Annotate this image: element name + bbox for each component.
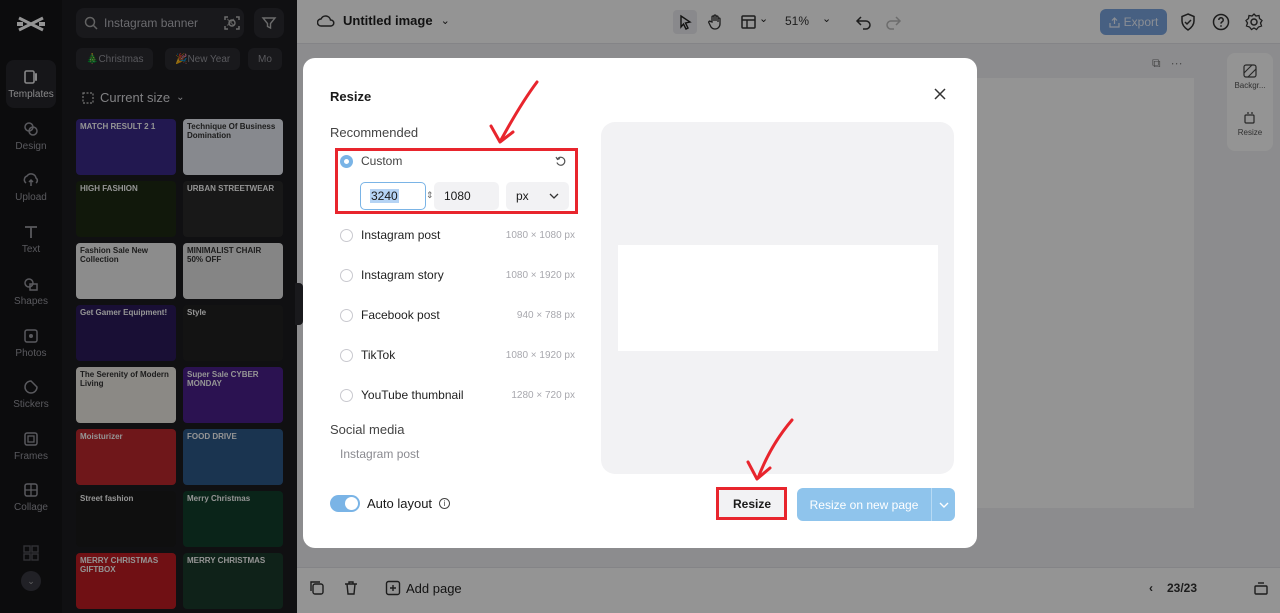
preset-label: Instagram story (361, 268, 444, 282)
preset-dims: 1280 × 720 px (511, 389, 575, 401)
resize-on-new-page-button[interactable]: Resize on new page (797, 488, 955, 521)
resize-dialog: Resize Recommended Custom 3240 ⇕ 1080 px… (303, 58, 977, 548)
preset-instagram-story[interactable]: Instagram story 1080 × 1920 px (340, 265, 575, 285)
preset-dims: 1080 × 1080 px (505, 229, 575, 241)
auto-layout-row: Auto layout i (330, 495, 451, 512)
annotation-arrow-icon (746, 418, 794, 481)
radio-youtube-thumbnail[interactable] (340, 388, 353, 402)
auto-layout-toggle[interactable] (330, 495, 360, 512)
dialog-title: Resize (330, 89, 372, 104)
preset-label: YouTube thumbnail (361, 388, 464, 402)
preset-dims: 1080 × 1920 px (505, 349, 575, 361)
preset-tiktok[interactable]: TikTok 1080 × 1920 px (340, 345, 575, 365)
preset-label: TikTok (361, 348, 396, 362)
highlight-custom-box (335, 148, 578, 214)
annotation-arrow-icon (489, 80, 539, 144)
preset-instagram-post[interactable]: Instagram post 1080 × 1080 px (340, 225, 575, 245)
preset-dims: 940 × 788 px (516, 309, 575, 321)
preset-youtube-thumbnail[interactable]: YouTube thumbnail 1280 × 720 px (340, 385, 575, 405)
social-instagram-post[interactable]: Instagram post (340, 447, 419, 461)
preset-facebook-post[interactable]: Facebook post 940 × 788 px (340, 305, 575, 325)
radio-tiktok[interactable] (340, 348, 353, 362)
radio-instagram-story[interactable] (340, 268, 353, 282)
highlight-resize-box (716, 487, 787, 520)
preset-label: Instagram post (361, 228, 441, 242)
info-icon[interactable]: i (439, 498, 451, 509)
resize-new-label: Resize on new page (809, 497, 919, 512)
social-media-label: Social media (330, 422, 405, 437)
preset-label: Facebook post (361, 308, 440, 322)
preset-dims: 1080 × 1920 px (505, 269, 575, 281)
chevron-down-icon[interactable] (931, 488, 955, 521)
radio-instagram-post[interactable] (340, 228, 353, 242)
auto-layout-label: Auto layout (367, 496, 433, 511)
recommended-label: Recommended (330, 125, 419, 140)
close-icon (934, 88, 946, 100)
close-button[interactable] (930, 84, 950, 104)
radio-facebook-post[interactable] (340, 308, 353, 322)
preview-page (618, 245, 938, 351)
